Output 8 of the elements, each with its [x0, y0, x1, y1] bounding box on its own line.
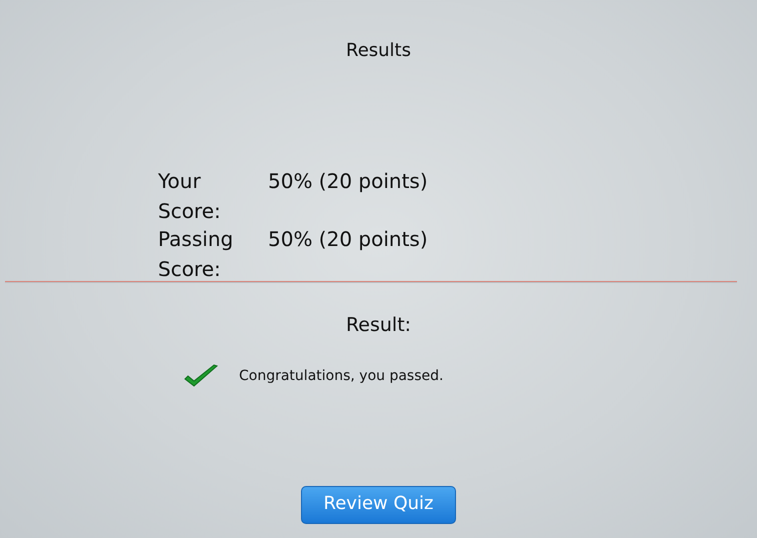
result-message: Congratulations, you passed. [239, 366, 444, 386]
score-value: 50% (20 points) [268, 226, 428, 253]
score-label: Your Score: [157, 168, 222, 225]
review-quiz-button[interactable]: Review Quiz [300, 486, 456, 524]
score-label: Passing Score: [157, 226, 234, 283]
page-title: Results [345, 39, 412, 63]
score-value: 50% (20 points) [268, 168, 428, 195]
result-heading: Result: [344, 313, 412, 338]
